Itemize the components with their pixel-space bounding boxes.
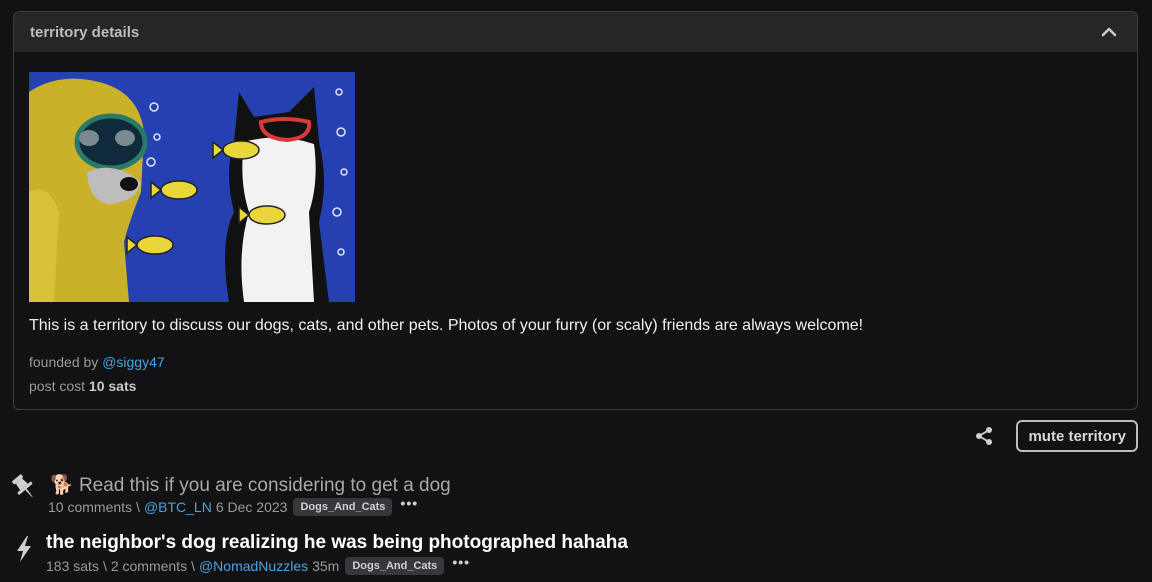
post-time[interactable]: 35m — [312, 558, 339, 574]
post-cost: post cost 10 sats — [29, 378, 1122, 394]
territory-actions: mute territory — [972, 420, 1138, 452]
sats-count: 183 sats — [46, 558, 99, 574]
lightning-icon[interactable] — [9, 534, 39, 564]
post-title[interactable]: the neighbor's dog realizing he was bein… — [46, 532, 628, 554]
territory-description: This is a territory to discuss our dogs,… — [29, 317, 864, 334]
comments-link[interactable]: 10 comments — [48, 499, 132, 515]
territory-badge[interactable]: Dogs_And_Cats — [293, 498, 393, 516]
separator: \ — [191, 558, 195, 574]
post-meta: 10 comments \ @BTC_LN 6 Dec 2023 Dogs_An… — [48, 495, 418, 516]
post-title: Read this if you are considering to get … — [78, 475, 451, 496]
pin-icon — [9, 472, 39, 502]
post-title-link[interactable]: 🐕 Read this if you are considering to ge… — [50, 473, 451, 497]
territory-badge[interactable]: Dogs_And_Cats — [345, 557, 445, 575]
panel-title: territory details — [30, 23, 140, 41]
more-options-icon[interactable]: ••• — [400, 495, 418, 511]
author-link[interactable]: @BTC_LN — [144, 499, 212, 515]
author-link[interactable]: @NomadNuzzles — [199, 558, 308, 574]
territory-details-panel: territory details This is a territory to… — [13, 11, 1138, 410]
panel-header[interactable]: territory details — [14, 12, 1137, 52]
founded-by: founded by @siggy47 — [29, 354, 1122, 370]
founder-link[interactable]: @siggy47 — [102, 354, 164, 370]
panel-body: This is a territory to discuss our dogs,… — [14, 52, 1137, 394]
post-cost-value: 10 sats — [88, 378, 137, 394]
more-options-icon[interactable]: ••• — [452, 554, 470, 570]
comments-link[interactable]: 2 comments — [111, 558, 187, 574]
post-time[interactable]: 6 Dec 2023 — [216, 499, 288, 515]
share-icon[interactable] — [972, 424, 996, 448]
separator: \ — [102, 558, 107, 574]
founded-label: founded by — [29, 354, 99, 370]
post-meta: 183 sats \ 2 comments \ @NomadNuzzles 35… — [46, 554, 470, 575]
territory-image — [29, 72, 355, 302]
list-item: 🐕 Read this if you are considering to ge… — [0, 466, 1152, 520]
list-item: the neighbor's dog realizing he was bein… — [0, 528, 1152, 582]
post-cost-label: post cost — [29, 378, 86, 394]
separator: \ — [136, 499, 140, 515]
chevron-up-icon[interactable] — [1097, 20, 1121, 44]
dog-emoji: 🐕 — [50, 475, 74, 496]
mute-territory-button[interactable]: mute territory — [1016, 420, 1138, 452]
